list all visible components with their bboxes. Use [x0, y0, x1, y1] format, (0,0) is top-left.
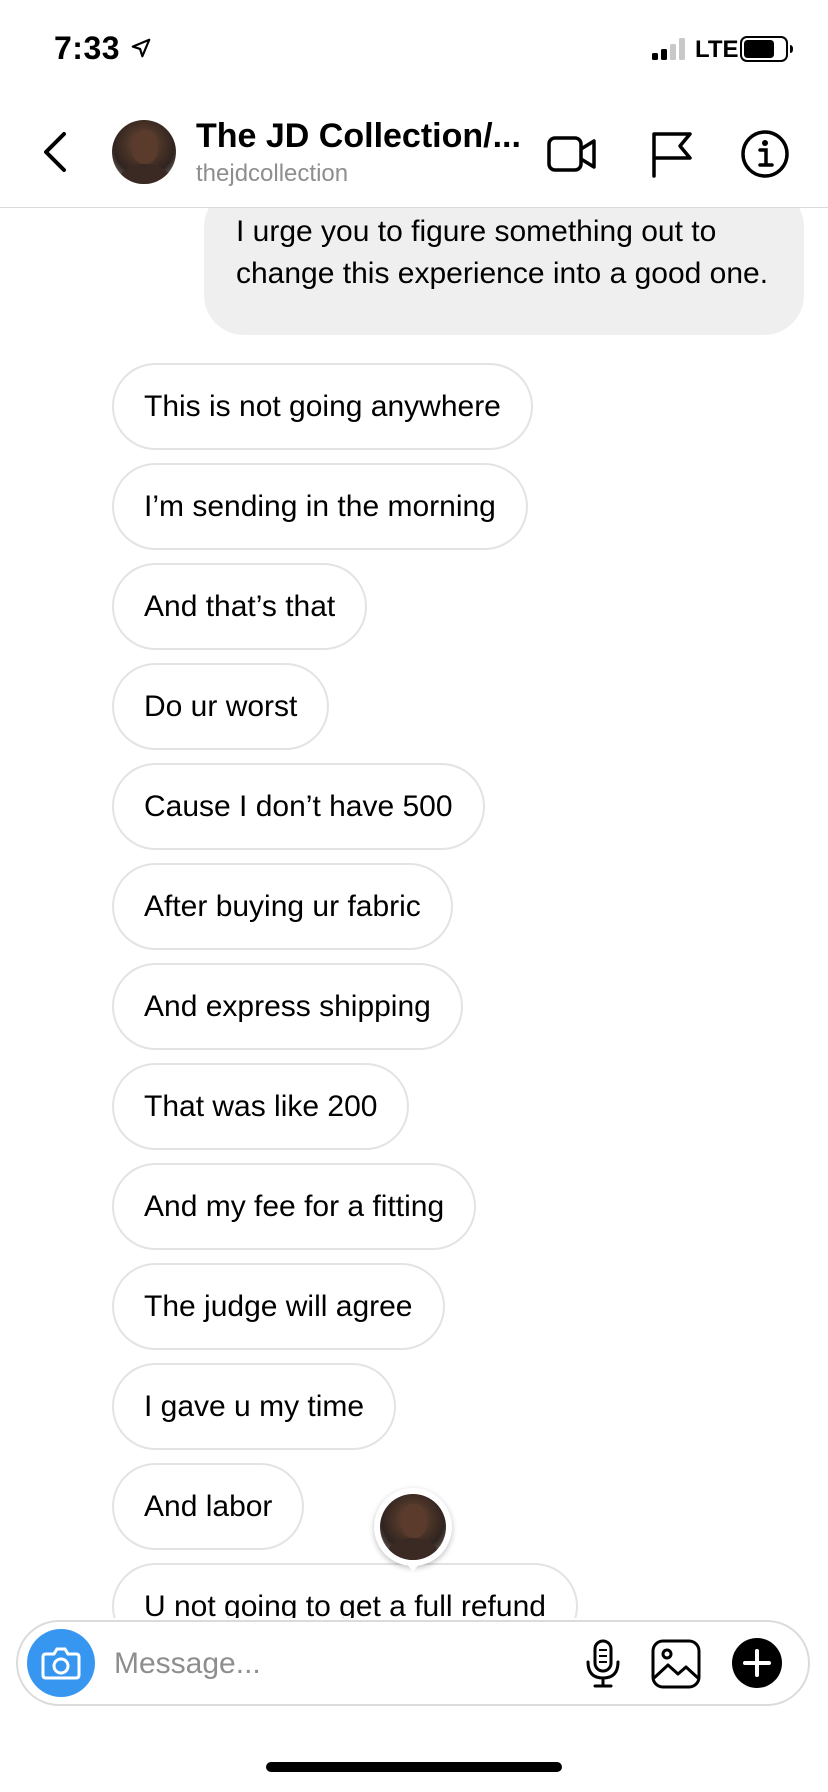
- status-time: 7:33: [54, 30, 121, 66]
- microphone-icon[interactable]: [578, 1638, 628, 1690]
- avatar-face-shape: [132, 130, 158, 164]
- received-message-bubble[interactable]: This is not going anywhere: [112, 363, 533, 450]
- received-message-bubble[interactable]: And my fee for a fitting: [112, 1163, 477, 1250]
- signal-strength-icon: [652, 38, 685, 60]
- received-message-bubble[interactable]: Cause I don’t have 500: [112, 763, 485, 850]
- info-icon[interactable]: [739, 128, 791, 180]
- add-icon[interactable]: [730, 1636, 784, 1690]
- avatar-body-shape: [120, 164, 170, 184]
- location-arrow-icon: [131, 38, 151, 58]
- message-input[interactable]: [112, 1636, 496, 1692]
- received-message-bubble[interactable]: And labor: [112, 1463, 305, 1550]
- gallery-icon[interactable]: [650, 1638, 702, 1690]
- seen-by-avatar: [374, 1488, 452, 1578]
- flag-icon[interactable]: [646, 128, 698, 180]
- received-message-bubble[interactable]: After buying ur fabric: [112, 863, 453, 950]
- received-messages-list: This is not going anywhere I’m sending i…: [112, 363, 578, 1618]
- camera-icon: [41, 1647, 81, 1680]
- conversation-title[interactable]: The JD Collection/...: [196, 117, 526, 156]
- seen-avatar-face-shape: [401, 1504, 427, 1538]
- avatar[interactable]: [112, 120, 176, 184]
- received-message-bubble[interactable]: And express shipping: [112, 963, 463, 1050]
- received-message-bubble[interactable]: The judge will agree: [112, 1263, 445, 1350]
- received-message-bubble[interactable]: I’m sending in the morning: [112, 463, 528, 550]
- conversation-username[interactable]: thejdcollection: [196, 160, 348, 188]
- status-bar: 7:33 LTE: [0, 0, 828, 100]
- received-message-bubble[interactable]: That was like 200: [112, 1063, 410, 1150]
- video-call-icon[interactable]: [546, 128, 598, 180]
- back-chevron-icon[interactable]: [36, 126, 76, 178]
- message-composer: [16, 1620, 810, 1706]
- received-message-bubble[interactable]: Do ur worst: [112, 663, 330, 750]
- battery-icon: [740, 36, 793, 62]
- conversation-header: The JD Collection/... thejdcollection: [0, 100, 828, 208]
- received-message-bubble[interactable]: U not going to get a full refund: [112, 1563, 578, 1618]
- message-thread[interactable]: I urge you to figure something out to ch…: [0, 207, 828, 1618]
- sent-message-bubble[interactable]: I urge you to figure something out to ch…: [204, 207, 804, 335]
- seen-avatar-body-shape: [388, 1538, 438, 1560]
- camera-button[interactable]: [27, 1629, 95, 1697]
- home-indicator[interactable]: [266, 1762, 562, 1772]
- seen-avatar-photo: [380, 1494, 446, 1560]
- received-message-bubble[interactable]: And that’s that: [112, 563, 368, 650]
- network-type: LTE: [695, 36, 739, 63]
- received-message-bubble[interactable]: I gave u my time: [112, 1363, 397, 1450]
